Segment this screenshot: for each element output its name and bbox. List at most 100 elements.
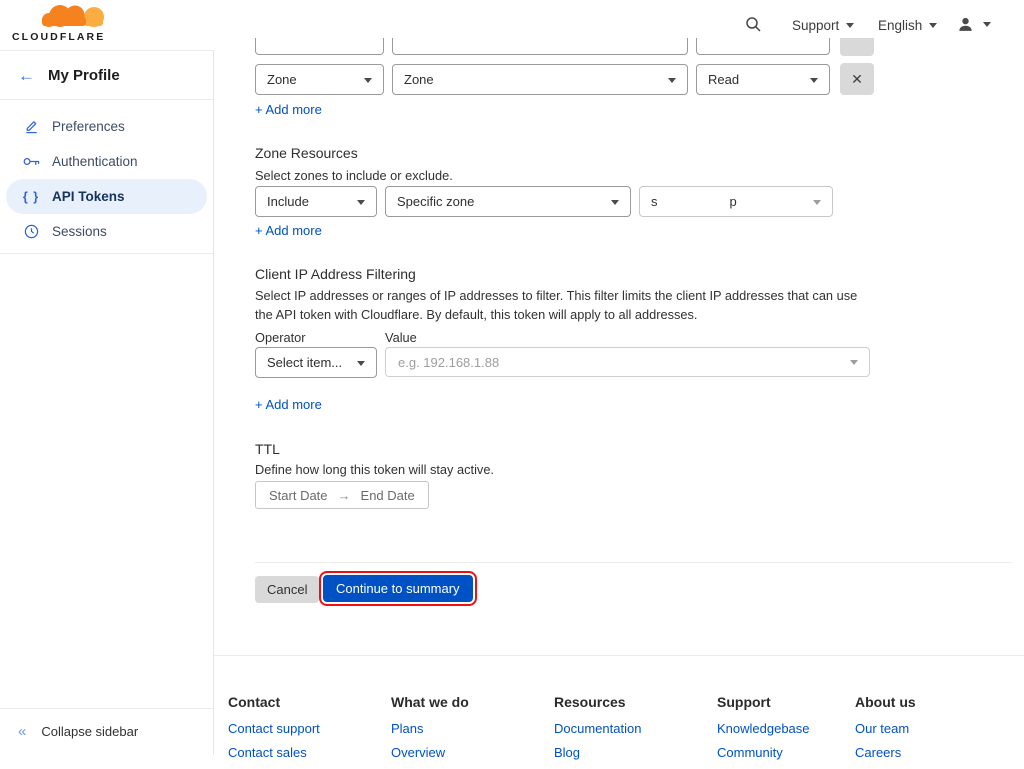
close-icon: ✕ [851,71,863,88]
chevron-down-icon [357,200,365,205]
chevron-down-icon [929,23,937,28]
footer-link-plans[interactable]: Plans [391,721,469,736]
footer-link-community[interactable]: Community [717,745,810,760]
chevron-down-icon [850,360,858,365]
footer-link-contact-support[interactable]: Contact support [228,721,320,736]
footer-column-contact: Contact Contact support Contact sales [228,694,320,769]
zone-name-value-start: s [651,194,658,209]
support-menu-label: Support [792,18,839,33]
page-title: My Profile [48,67,120,84]
footer-column-title: What we do [391,694,469,710]
footer-link-overview[interactable]: Overview [391,745,469,760]
sidebar-item-label: Preferences [52,119,125,134]
permission-access-value: Read [708,72,739,87]
footer-link-blog[interactable]: Blog [554,745,641,760]
sidebar-item-preferences[interactable]: Preferences [0,109,213,144]
ttl-title: TTL [255,441,280,457]
permission-category-dropdown[interactable]: Zone [392,64,688,95]
chevron-down-icon [611,200,619,205]
footer-column-title: Contact [228,694,320,710]
footer-divider [214,655,1024,656]
sidebar-item-label: Sessions [52,224,107,239]
footer-column-about-us: About us Our team Careers [855,694,916,769]
permission-access-dropdown-partial[interactable] [696,38,830,55]
ip-filtering-title: Client IP Address Filtering [255,266,416,282]
cloudflare-logo[interactable]: CLOUDFLARE [12,4,110,46]
ip-operator-value: Select item... [267,355,342,370]
add-ip-filter-link[interactable]: + Add more [255,397,322,412]
chevron-down-icon [813,200,821,205]
sidebar-item-label: API Tokens [52,189,125,204]
zone-resources-description: Select zones to include or exclude. [255,167,453,186]
continue-to-summary-button[interactable]: Continue to summary [323,575,473,602]
operator-label: Operator [255,330,306,345]
add-permission-link[interactable]: + Add more [255,102,322,117]
sidebar-item-label: Authentication [52,154,138,169]
zone-scope-dropdown[interactable]: Specific zone [385,186,631,217]
chevrons-left-icon: « [18,724,26,739]
sidebar-item-authentication[interactable]: Authentication [0,144,213,179]
language-menu[interactable]: English [878,18,937,33]
permission-category-value: Zone [404,72,434,87]
zone-operator-dropdown[interactable]: Include [255,186,377,217]
user-icon [957,16,974,33]
zone-resources-title: Zone Resources [255,145,358,161]
chevron-down-icon [364,78,372,83]
back-arrow-icon[interactable]: ← [18,67,35,84]
braces-icon: { } [21,190,41,204]
remove-permission-button[interactable]: ✕ [840,63,874,95]
ip-value-input[interactable] [385,347,870,377]
brand-wordmark: CLOUDFLARE [12,31,110,43]
actions-divider [255,562,1012,563]
arrow-right-icon: → [338,488,351,503]
ip-filtering-description: Select IP addresses or ranges of IP addr… [255,287,877,324]
sidebar-header: ← My Profile [0,51,213,100]
sidebar-divider [0,253,213,254]
end-date-label: End Date [361,488,415,503]
footer-column-title: About us [855,694,916,710]
remove-permission-button-partial[interactable] [840,38,874,56]
footer-link-contact-sales[interactable]: Contact sales [228,745,320,760]
footer-column-support: Support Knowledgebase Community [717,694,810,769]
date-range-picker[interactable]: Start Date → End Date [255,481,429,509]
zone-name-dropdown[interactable]: s p [639,186,833,217]
ip-operator-dropdown[interactable]: Select item... [255,347,377,378]
zone-operator-value: Include [267,194,309,209]
ip-value-field [385,347,870,377]
chevron-down-icon [810,78,818,83]
support-menu[interactable]: Support [792,18,854,33]
search-icon[interactable] [745,16,762,38]
footer-link-careers[interactable]: Careers [855,745,916,760]
add-zone-link[interactable]: + Add more [255,223,322,238]
cloudflare-cloud-icon [36,4,108,30]
sidebar-item-api-tokens[interactable]: { } API Tokens [0,179,213,214]
footer-link-documentation[interactable]: Documentation [554,721,641,736]
permission-scope-dropdown[interactable]: Zone [255,64,384,95]
zone-name-value-end: p [730,194,737,209]
footer-column-what-we-do: What we do Plans Overview [391,694,469,769]
permission-category-dropdown-partial[interactable] [392,38,688,55]
cancel-button[interactable]: Cancel [255,576,319,603]
chevron-down-icon [846,23,854,28]
permission-scope-dropdown-partial[interactable] [255,38,384,55]
permission-access-dropdown[interactable]: Read [696,64,830,95]
sidebar-item-sessions[interactable]: Sessions [0,214,213,249]
clock-icon [21,224,41,239]
permission-scope-value: Zone [267,72,297,87]
footer-link-our-team[interactable]: Our team [855,721,916,736]
footer-column-title: Support [717,694,810,710]
top-header [0,0,1024,38]
footer-link-knowledgebase[interactable]: Knowledgebase [717,721,810,736]
language-menu-label: English [878,18,922,33]
user-menu[interactable] [957,16,991,33]
chevron-down-icon [668,78,676,83]
pencil-icon [21,119,41,134]
collapse-sidebar-button[interactable]: « Collapse sidebar [0,717,213,745]
ttl-description: Define how long this token will stay act… [255,461,494,480]
collapse-sidebar-label: Collapse sidebar [41,724,138,739]
value-label: Value [385,330,417,345]
footer-column-title: Resources [554,694,641,710]
key-icon [21,156,41,167]
footer-column-resources: Resources Documentation Blog [554,694,641,769]
sidebar-divider [0,708,213,709]
